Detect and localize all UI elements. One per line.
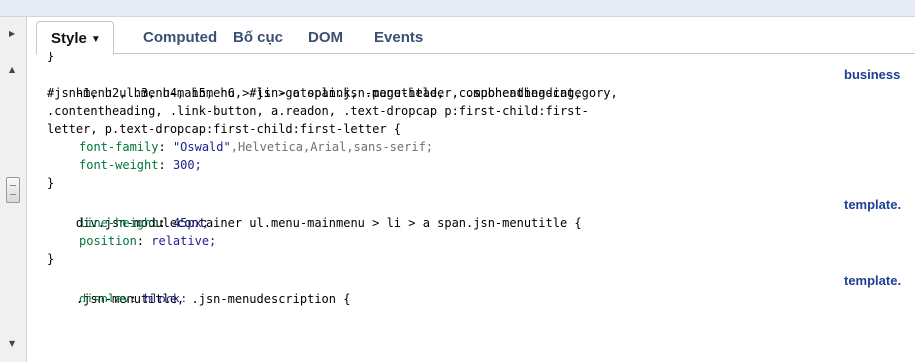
rule1-source-link[interactable]: business: [844, 66, 915, 84]
rule3-selector-line[interactable]: .jsn-menutitle, .jsn-menudescription { t…: [47, 272, 915, 306]
css-property[interactable]: position: relative;: [47, 232, 915, 250]
property-name[interactable]: line-height: [79, 216, 158, 230]
rule1-selector-line[interactable]: #jsn-menu ul.menu-mainmenu > li > a span…: [47, 84, 915, 102]
rule2-selector-line[interactable]: div.jsn-modulecontainer ul.menu-mainmenu…: [47, 196, 915, 230]
tab-bar: Style ▼ Computed Bố cục DOM Events: [36, 17, 915, 55]
css-property[interactable]: font-family: "Oswald",Helvetica,Arial,sa…: [47, 138, 915, 156]
rule1-selector-line[interactable]: .contentheading, .link-button, a.readon,…: [47, 102, 915, 120]
property-value[interactable]: "Oswald": [173, 140, 231, 154]
css-property[interactable]: line-height: 45px;: [47, 214, 915, 232]
tab-layout-label: Bố cục: [233, 29, 284, 46]
tab-style-label: Style: [51, 30, 87, 47]
rule1-selector-line[interactable]: h1, h2, h3, h4, h5, h6, #jsn-gotoplink, …: [47, 66, 915, 100]
previous-rule-close: }: [47, 52, 55, 62]
rule2-source-link[interactable]: template.: [844, 196, 915, 214]
rule1-selector-line[interactable]: letter, p.text-dropcap:first-child:first…: [47, 120, 915, 138]
rule2-close: }: [47, 252, 55, 266]
property-value-rest: ,Helvetica,Arial,sans-serif;: [230, 140, 434, 154]
tab-computed-label: Computed: [143, 29, 218, 46]
caret-down-icon[interactable]: ▼: [91, 34, 101, 45]
left-gutter: ▶ ▲ ▼: [0, 17, 27, 362]
property-value[interactable]: relative;: [151, 234, 216, 248]
property-value[interactable]: 45px;: [173, 216, 209, 230]
rule3-source-link[interactable]: template.: [844, 272, 915, 290]
tab-layout[interactable]: Bố cục: [233, 26, 283, 50]
css-rules-panel: } h1, h2, h3, h4, h5, h6, #jsn-gotoplink…: [47, 52, 915, 308]
panel-top-strip: [0, 0, 915, 17]
tab-computed[interactable]: Computed: [143, 26, 217, 50]
scrollbar-thumb[interactable]: [6, 177, 20, 203]
property-value[interactable]: 300;: [173, 158, 202, 172]
tab-dom[interactable]: DOM: [308, 26, 343, 50]
tab-events-label: Events: [374, 29, 424, 46]
property-name[interactable]: font-weight: [79, 158, 158, 172]
triangle-up-icon[interactable]: ▲: [9, 65, 15, 74]
property-name[interactable]: font-family: [79, 140, 158, 154]
triangle-right-icon[interactable]: ▶: [9, 29, 15, 38]
tab-events[interactable]: Events: [374, 26, 423, 50]
rule1-close: }: [47, 176, 55, 190]
property-name[interactable]: position: [79, 234, 137, 248]
tab-style[interactable]: Style ▼: [36, 21, 114, 55]
css-property[interactable]: font-weight: 300;: [47, 156, 915, 174]
triangle-down-icon[interactable]: ▼: [9, 339, 15, 348]
tab-dom-label: DOM: [308, 29, 343, 46]
